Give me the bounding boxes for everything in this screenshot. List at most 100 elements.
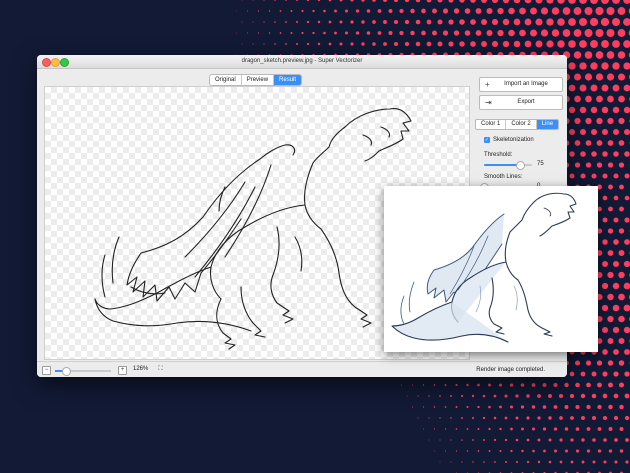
halftone-dot xyxy=(481,19,487,25)
halftone-dot xyxy=(623,282,630,290)
halftone-dot xyxy=(591,371,597,377)
halftone-dot xyxy=(548,460,552,464)
halftone-dot xyxy=(444,450,447,452)
title-bar[interactable]: dragon_sketch.preview.jpg - Super Vector… xyxy=(37,55,567,69)
halftone-dot xyxy=(481,41,487,47)
halftone-dot xyxy=(399,8,404,14)
halftone-dot xyxy=(606,28,615,38)
halftone-dot xyxy=(575,382,580,388)
halftone-dot xyxy=(537,394,541,398)
halftone-dot xyxy=(590,40,598,48)
halftone-dot xyxy=(618,117,625,125)
halftone-dot xyxy=(570,416,574,420)
export-button[interactable]: ⇥ Export xyxy=(479,95,563,110)
halftone-dot xyxy=(488,427,491,431)
halftone-dot xyxy=(602,195,608,201)
halftone-dot xyxy=(607,360,614,366)
halftone-dot xyxy=(623,304,630,312)
import-button[interactable]: + Import an Image xyxy=(479,77,563,92)
halftone-dot xyxy=(477,427,480,431)
export-label: Export xyxy=(517,99,535,105)
halftone-dot xyxy=(596,140,603,146)
halftone-dot xyxy=(377,31,382,35)
threshold-slider[interactable] xyxy=(484,161,532,170)
tab-line[interactable]: Line xyxy=(536,120,559,129)
halftone-dot xyxy=(377,9,382,13)
zoom-out-button[interactable]: − xyxy=(42,366,51,375)
halftone-dot xyxy=(586,382,591,388)
halftone-dot xyxy=(306,0,310,2)
halftone-dot xyxy=(568,40,576,48)
halftone-dot xyxy=(607,338,614,344)
halftone-dot xyxy=(510,427,513,431)
halftone-dot xyxy=(557,0,565,4)
tab-result[interactable]: Result xyxy=(274,75,302,85)
zoom-slider-knob[interactable] xyxy=(62,367,72,376)
halftone-dot xyxy=(404,41,410,47)
status-text: Render image completed. xyxy=(476,367,545,373)
halftone-dot xyxy=(477,405,480,409)
halftone-dot xyxy=(515,460,519,464)
tab-color-1[interactable]: Color 1 xyxy=(476,120,507,129)
tab-color-2[interactable]: Color 2 xyxy=(506,120,537,129)
halftone-dot xyxy=(442,30,449,36)
halftone-dot xyxy=(568,18,576,26)
halftone-dot xyxy=(344,9,349,13)
zoom-button[interactable] xyxy=(60,58,69,67)
halftone-dot xyxy=(532,449,535,453)
halftone-dot xyxy=(499,405,502,409)
halftone-dot xyxy=(426,19,432,25)
zoom-slider[interactable] xyxy=(55,367,111,376)
halftone-dot xyxy=(612,84,620,92)
halftone-dot xyxy=(410,8,415,14)
close-button[interactable] xyxy=(42,58,51,67)
halftone-dot xyxy=(466,405,469,409)
halftone-dot xyxy=(241,21,243,23)
tab-original[interactable]: Original xyxy=(210,75,242,85)
minimize-button[interactable] xyxy=(51,58,60,67)
halftone-dot xyxy=(590,106,598,114)
skeletonization-checkbox[interactable]: ✓ Skeletonization xyxy=(484,137,534,143)
halftone-dot xyxy=(606,51,615,59)
halftone-dot xyxy=(569,393,575,399)
halftone-dot xyxy=(471,394,475,398)
halftone-dot xyxy=(301,9,304,13)
halftone-dot xyxy=(423,428,424,430)
halftone-dot xyxy=(301,31,304,35)
halftone-dot xyxy=(625,460,629,464)
halftone-dot xyxy=(623,62,630,70)
halftone-dot xyxy=(624,151,630,157)
halftone-dot xyxy=(428,395,430,397)
halftone-dot xyxy=(470,19,476,25)
halftone-dot xyxy=(339,0,343,2)
halftone-dot xyxy=(597,427,602,431)
tab-preview[interactable]: Preview xyxy=(242,75,275,85)
import-label: Import an Image xyxy=(504,81,548,87)
halftone-dot xyxy=(537,438,541,442)
threshold-slider-knob[interactable] xyxy=(516,161,525,170)
halftone-dot xyxy=(551,29,560,37)
halftone-dot xyxy=(623,84,630,92)
halftone-dot xyxy=(551,7,560,15)
halftone-dot xyxy=(601,62,609,70)
halftone-dot xyxy=(542,405,547,409)
halftone-dot xyxy=(241,43,243,45)
fit-to-window-button[interactable]: ⛶ xyxy=(157,366,164,373)
halftone-dot xyxy=(623,106,630,114)
halftone-dot xyxy=(488,450,491,452)
halftone-dot xyxy=(486,7,493,15)
halftone-dot xyxy=(612,106,620,114)
halftone-dot xyxy=(574,140,581,146)
halftone-dot xyxy=(564,427,569,431)
halftone-dot xyxy=(459,19,465,25)
halftone-dot xyxy=(372,42,376,46)
halftone-dot xyxy=(617,73,626,81)
halftone-dot xyxy=(515,394,519,398)
halftone-dot xyxy=(499,427,502,431)
zoom-in-button[interactable]: + xyxy=(118,366,127,375)
halftone-dot xyxy=(613,371,619,377)
halftone-dot xyxy=(263,0,265,1)
halftone-dot xyxy=(434,450,435,452)
halftone-dot xyxy=(450,395,452,397)
halftone-dot xyxy=(606,73,615,81)
